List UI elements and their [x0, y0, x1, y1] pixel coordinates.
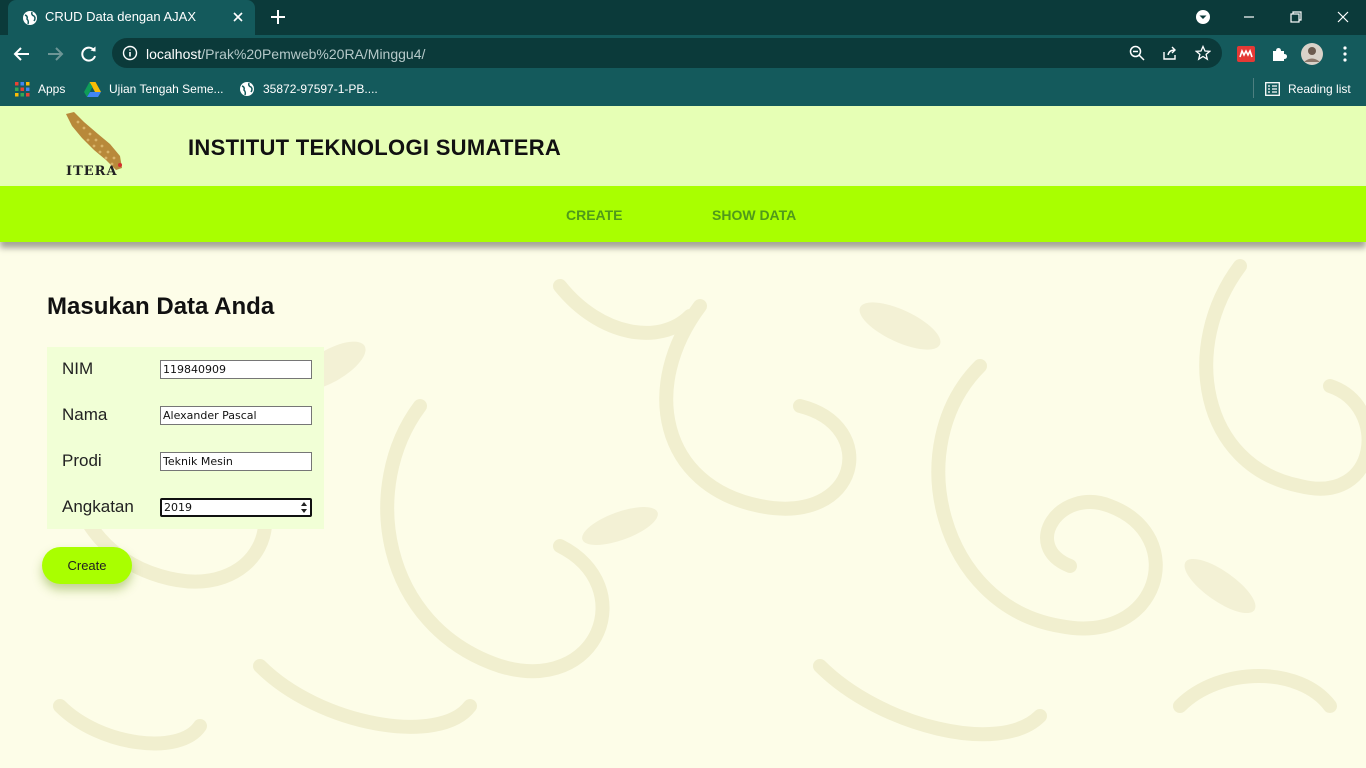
address-bar[interactable]: localhost/Prak%20Pemweb%20RA/Minggu4/ [112, 38, 1222, 68]
nav-show-data-link[interactable]: SHOW DATA [712, 207, 796, 223]
nim-label: NIM [62, 359, 94, 378]
new-tab-icon[interactable] [270, 9, 286, 25]
url-path: /Prak%20Pemweb%20RA/Minggu4/ [201, 46, 426, 62]
data-entry-form: NIM 119840909 Nama Alexander Pascal Prod… [47, 347, 324, 529]
form-heading: Masukan Data Anda [47, 293, 275, 320]
reading-list-icon [1265, 82, 1280, 96]
extensions-puzzle-icon[interactable] [1270, 45, 1288, 63]
reading-list-button[interactable]: Reading list [1265, 80, 1351, 98]
url-host: localhost [146, 46, 202, 62]
bookmark-apps[interactable]: Apps [15, 80, 65, 98]
reload-icon[interactable] [80, 45, 98, 63]
chrome-menu-icon[interactable] [1336, 45, 1354, 63]
zoom-icon[interactable] [1129, 45, 1145, 61]
bookmarks-divider [1253, 78, 1254, 98]
share-icon[interactable] [1162, 45, 1178, 61]
close-tab-icon[interactable] [231, 10, 245, 24]
profile-avatar[interactable] [1300, 42, 1324, 66]
form-row-nim: NIM 119840909 [47, 347, 324, 393]
angkatan-number-input[interactable]: 2019 [160, 498, 312, 517]
nama-label: Nama [62, 405, 108, 424]
bookmark-label: Ujian Tengah Seme... [109, 82, 224, 96]
bookmarks-bar: Apps Ujian Tengah Seme... 35872-97597-1-… [0, 71, 1366, 106]
nim-input[interactable]: 119840909 [160, 360, 312, 379]
prodi-label: Prodi [62, 451, 102, 470]
angkatan-label: Angkatan [62, 497, 134, 516]
browser-tab-strip: CRUD Data dengan AJAX [0, 0, 1366, 35]
page-content: ITERA INSTITUT TEKNOLOGI SUMATERA CREATE… [0, 106, 1366, 768]
nama-input[interactable]: Alexander Pascal [160, 406, 312, 425]
prodi-input[interactable]: Teknik Mesin [160, 452, 312, 471]
number-spinner-icon[interactable] [300, 500, 308, 515]
bookmark-label: Apps [38, 82, 66, 96]
tab-search-icon[interactable] [1194, 8, 1212, 26]
url-text: localhost/Prak%20Pemweb%20RA/Minggu4/ [146, 46, 425, 62]
form-row-prodi: Prodi Teknik Mesin [47, 439, 324, 485]
create-button[interactable]: Create [42, 547, 132, 584]
restore-icon[interactable] [1287, 8, 1305, 26]
bookmark-star-icon[interactable] [1195, 45, 1211, 61]
angkatan-value: 2019 [164, 501, 192, 514]
reading-list-label: Reading list [1288, 82, 1351, 96]
back-arrow-icon[interactable] [13, 45, 31, 63]
mendeley-extension-icon[interactable] [1237, 45, 1255, 63]
browser-toolbar: localhost/Prak%20Pemweb%20RA/Minggu4/ [0, 35, 1366, 71]
site-header: ITERA INSTITUT TEKNOLOGI SUMATERA [0, 106, 1366, 186]
form-row-angkatan: Angkatan 2019 [47, 485, 324, 531]
google-drive-icon [84, 81, 101, 97]
tab-title: CRUD Data dengan AJAX [45, 9, 197, 24]
site-title: INSTITUT TEKNOLOGI SUMATERA [188, 135, 562, 160]
globe-icon [240, 82, 254, 96]
globe-icon [23, 11, 37, 25]
close-window-icon[interactable] [1334, 8, 1352, 26]
form-row-nama: Nama Alexander Pascal [47, 393, 324, 439]
bookmark-pdf[interactable]: 35872-97597-1-PB.... [239, 80, 378, 98]
bookmark-ujian-tengah[interactable]: Ujian Tengah Seme... [84, 80, 224, 98]
browser-tab[interactable]: CRUD Data dengan AJAX [8, 0, 255, 35]
nav-create-link[interactable]: CREATE [566, 207, 623, 223]
apps-grid-icon [15, 81, 30, 96]
forward-arrow-icon[interactable] [46, 45, 64, 63]
main-navbar: CREATE SHOW DATA [0, 186, 1366, 242]
minimize-icon[interactable] [1240, 8, 1258, 26]
bookmark-label: 35872-97597-1-PB.... [263, 82, 378, 96]
logo-text: ITERA [66, 164, 118, 179]
site-info-icon[interactable] [122, 45, 138, 61]
